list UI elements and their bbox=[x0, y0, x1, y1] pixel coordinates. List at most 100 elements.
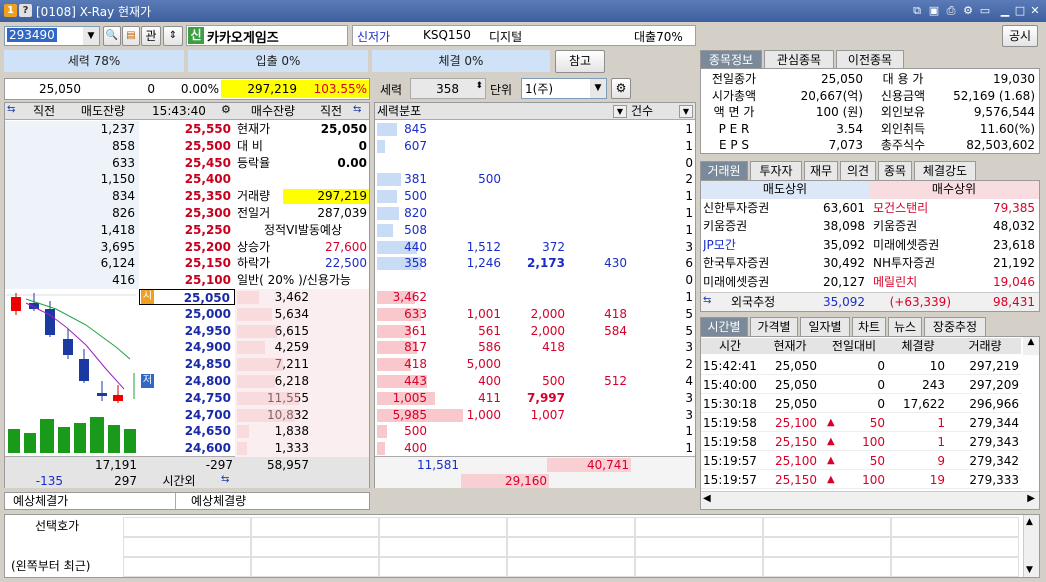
close-icon[interactable]: ✕ bbox=[1028, 4, 1042, 18]
stock-code-value[interactable]: 293490 bbox=[7, 28, 57, 42]
tab-time-5[interactable]: 장중추정 bbox=[924, 317, 986, 336]
broker-sell-name[interactable]: JP모간 bbox=[703, 237, 787, 253]
bid-price[interactable]: 24,750 bbox=[139, 390, 235, 406]
ask-price[interactable]: 25,350 bbox=[139, 188, 231, 204]
swap-icon[interactable]: ⇆ bbox=[7, 104, 15, 115]
bid-price[interactable]: 24,900 bbox=[139, 339, 235, 355]
scroll-up-icon[interactable]: ▲ bbox=[1023, 337, 1039, 355]
tab-stock-1[interactable]: 관심종목 bbox=[764, 50, 834, 69]
ask-row[interactable]: 416 bbox=[5, 272, 139, 289]
ask-row[interactable]: 1,418 bbox=[5, 221, 139, 239]
tab-broker-4[interactable]: 종목 bbox=[878, 161, 912, 180]
tab-time-1[interactable]: 가격별 bbox=[750, 317, 798, 336]
save-icon[interactable]: ▣ bbox=[927, 4, 941, 18]
ask-row[interactable]: 834 bbox=[5, 188, 139, 205]
gear-icon[interactable]: ⚙ bbox=[221, 103, 231, 116]
ask-row[interactable]: 858 bbox=[5, 137, 139, 155]
bid-price[interactable]: 24,650 bbox=[139, 423, 235, 439]
gwan-button[interactable]: 관 bbox=[141, 26, 161, 46]
link-icon[interactable]: ⧉ bbox=[910, 4, 924, 18]
bid-price[interactable]: 24,950 bbox=[139, 323, 235, 339]
ask-row[interactable]: 826 bbox=[5, 205, 139, 222]
bid-row[interactable]: 1,333 bbox=[235, 440, 369, 457]
bid-price[interactable]: 24,600 bbox=[139, 440, 235, 456]
ask-price[interactable]: 25,200 bbox=[139, 239, 231, 255]
dist-ask-cell: 607 bbox=[404, 138, 427, 153]
tab-broker-2[interactable]: 재무 bbox=[804, 161, 838, 180]
scroll-right-icon[interactable]: ▶ bbox=[1027, 493, 1035, 504]
scroll-down-icon[interactable]: ▼ bbox=[1026, 565, 1033, 575]
ask-price[interactable]: 25,400 bbox=[139, 171, 231, 187]
memo-icon: ▤ bbox=[126, 30, 136, 41]
pin-icon[interactable]: ▭ bbox=[978, 4, 992, 18]
vertical-scrollbar[interactable]: ▲ ▼ bbox=[1023, 515, 1039, 577]
stock-info-label2: 총주식수 bbox=[880, 138, 926, 153]
chevron-down-icon[interactable]: ▼ bbox=[679, 105, 693, 118]
ask-price[interactable]: 25,100 bbox=[139, 272, 231, 288]
broker-buy-name[interactable]: 키움증권 bbox=[873, 218, 957, 234]
tick-qty: 17,622 bbox=[903, 397, 945, 411]
minimize-icon[interactable]: ▁ bbox=[998, 4, 1012, 18]
horizontal-scrollbar[interactable]: ◀ ▶ bbox=[701, 491, 1039, 509]
tab-stock-2[interactable]: 이전종목 bbox=[836, 50, 904, 69]
broker-buy-name[interactable]: NH투자증권 bbox=[873, 255, 957, 271]
unit-select[interactable]: 1(주) ▼ bbox=[521, 78, 607, 99]
maximize-icon[interactable]: □ bbox=[1013, 4, 1027, 18]
broker-sell-name[interactable]: 키움증권 bbox=[703, 218, 787, 234]
tab-time-0[interactable]: 시간별 bbox=[700, 317, 748, 336]
swap-icon[interactable]: ⇆ bbox=[221, 474, 229, 485]
swap-icon[interactable]: ⇆ bbox=[353, 104, 361, 115]
broker-buy-name[interactable]: 메릴린치 bbox=[873, 274, 957, 290]
broker-buy-name[interactable]: 미래에셋증권 bbox=[873, 237, 957, 253]
print-icon[interactable]: ⎙ bbox=[944, 4, 958, 18]
broker-sell-name[interactable]: 한국투자증권 bbox=[703, 255, 787, 271]
reference-button[interactable]: 참고 bbox=[555, 50, 605, 73]
dist-bid-cell: 3 bbox=[685, 340, 693, 355]
broker-sell-name[interactable]: 미래에셋증권 bbox=[703, 274, 787, 290]
broker-sell-name[interactable]: 신한투자증권 bbox=[703, 200, 787, 216]
tab-stock-0[interactable]: 종목정보 bbox=[700, 50, 762, 69]
ask-row[interactable]: 1,237 bbox=[5, 121, 139, 138]
ask-price[interactable]: 25,250 bbox=[139, 222, 231, 238]
ask-price[interactable]: 25,500 bbox=[139, 138, 231, 154]
dist-ask-cell: 1 bbox=[685, 122, 693, 136]
broker-buy-name[interactable]: 모건스탠리 bbox=[873, 200, 957, 216]
selected-quote-cell bbox=[891, 517, 1019, 537]
ask-row[interactable]: 6,124 bbox=[5, 255, 139, 273]
chevron-down-icon[interactable]: ▼ bbox=[613, 105, 627, 118]
search-button[interactable]: 🔍 bbox=[103, 26, 121, 46]
bid-price[interactable]: 25,000 bbox=[139, 306, 235, 322]
memo-button[interactable]: ▤ bbox=[122, 26, 140, 46]
tab-broker-0[interactable]: 거래원 bbox=[700, 161, 748, 180]
ask-price[interactable]: 25,450 bbox=[139, 155, 231, 171]
tab-broker-3[interactable]: 의견 bbox=[840, 161, 876, 180]
power-spinner[interactable]: 358 ⬍ bbox=[410, 78, 486, 99]
ask-price[interactable]: 25,300 bbox=[139, 205, 231, 221]
unit-settings-button[interactable]: ⚙ bbox=[611, 78, 631, 99]
chevron-down-icon[interactable]: ▼ bbox=[590, 79, 606, 98]
tab-time-2[interactable]: 일자별 bbox=[800, 317, 850, 336]
ask-price[interactable]: 25,150 bbox=[139, 255, 231, 271]
ask-row[interactable]: 3,695 bbox=[5, 238, 139, 256]
swap-icon[interactable]: ⇆ bbox=[703, 295, 711, 306]
tab-time-3[interactable]: 차트 bbox=[852, 317, 886, 336]
bid-price[interactable]: 24,700 bbox=[139, 407, 235, 423]
settings-icon[interactable]: ⚙ bbox=[961, 4, 975, 18]
chevron-down-icon[interactable]: ▼ bbox=[83, 27, 99, 45]
disclosure-button[interactable]: 공시 bbox=[1002, 25, 1038, 47]
scroll-up-icon[interactable]: ▲ bbox=[1026, 517, 1033, 527]
bid-price[interactable]: 24,850 bbox=[139, 356, 235, 372]
stock-code-input[interactable]: 293490 ▼ bbox=[4, 26, 100, 46]
scroll-left-icon[interactable]: ◀ bbox=[703, 493, 711, 504]
spin-icon[interactable]: ⬍ bbox=[475, 81, 483, 91]
updown-button[interactable]: ⇕ bbox=[163, 26, 183, 46]
tab-broker-5[interactable]: 체결강도 bbox=[914, 161, 976, 180]
tab-time-4[interactable]: 뉴스 bbox=[888, 317, 922, 336]
help-icon[interactable]: ? bbox=[19, 4, 32, 17]
ask-row[interactable]: 1,150 bbox=[5, 171, 139, 189]
selected-quote-cell bbox=[123, 517, 251, 537]
ask-row[interactable]: 633 bbox=[5, 154, 139, 172]
bid-row[interactable]: 1,838 bbox=[235, 423, 369, 441]
ask-price[interactable]: 25,550 bbox=[139, 121, 231, 137]
tab-broker-1[interactable]: 투자자 bbox=[750, 161, 802, 180]
